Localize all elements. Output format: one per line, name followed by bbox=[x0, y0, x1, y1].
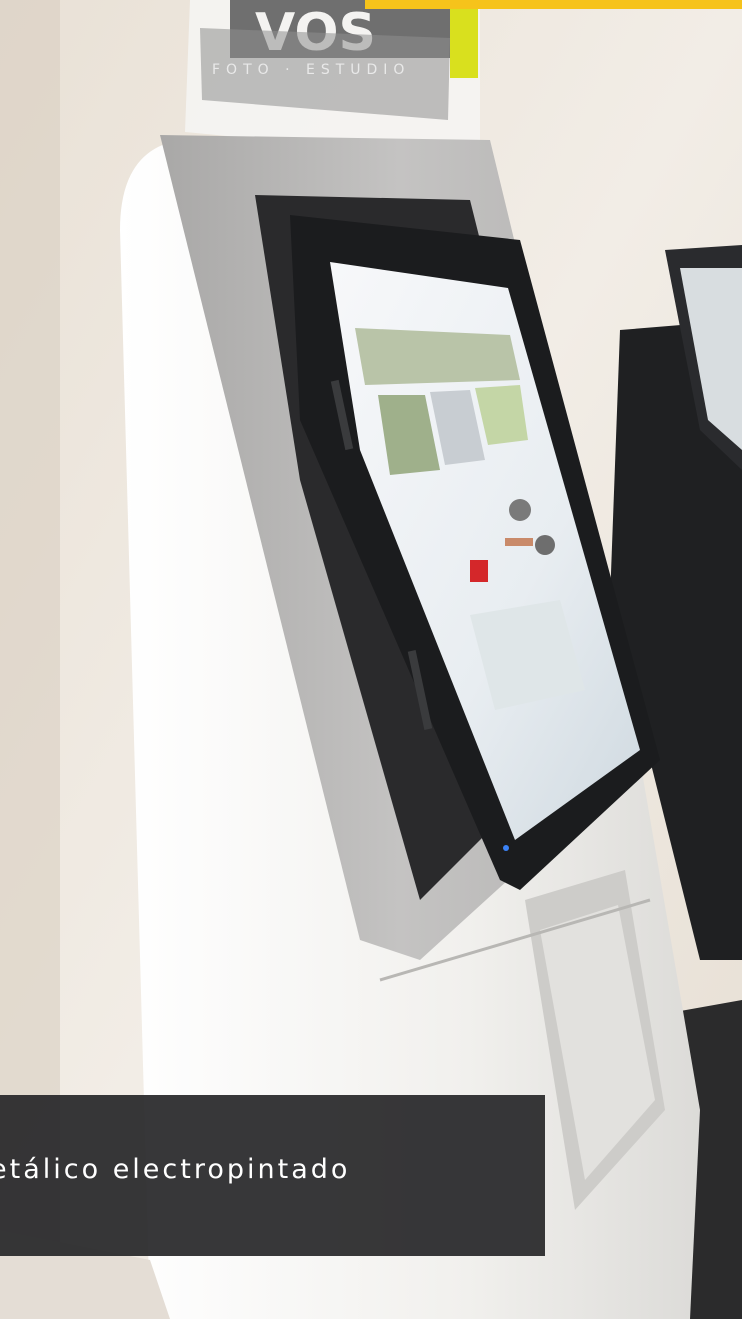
sign-tagline: FOTO · ESTUDIO bbox=[212, 62, 410, 78]
sign-accent bbox=[450, 0, 478, 78]
screen-logo-red bbox=[470, 560, 488, 582]
caption-bar: etálico electropintado bbox=[0, 1095, 545, 1256]
screen-banner bbox=[355, 328, 520, 385]
screen-logo-1 bbox=[509, 499, 531, 521]
screen-logo-2 bbox=[535, 535, 555, 555]
power-led-icon bbox=[503, 845, 509, 851]
caption-text: etálico electropintado bbox=[0, 1154, 351, 1185]
screen-logo-3 bbox=[505, 538, 533, 546]
top-accent-bar bbox=[365, 0, 742, 9]
